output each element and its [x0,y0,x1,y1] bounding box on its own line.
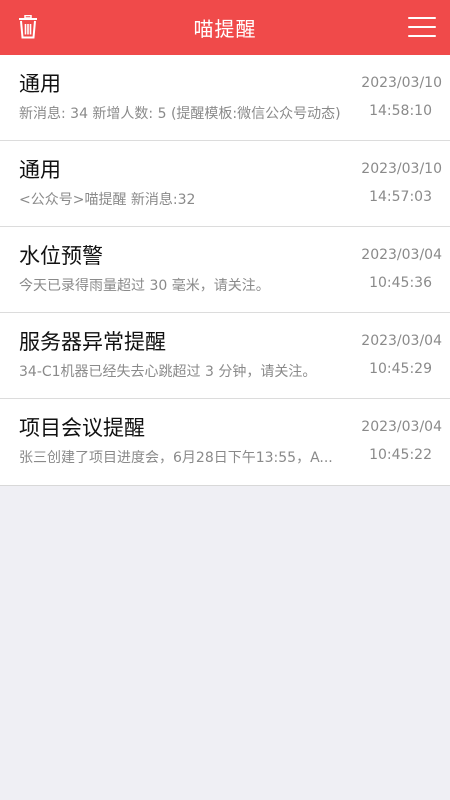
message-date: 2023/03/04 [361,333,442,349]
message-time: 10:45:36 [369,275,432,291]
message-date: 2023/03/10 [361,161,442,177]
message-preview: 34-C1机器已经失去心跳超过 3 分钟，请关注。 [19,364,317,380]
message-title: 服务器异常提醒 [19,330,166,354]
message-list: 通用 新消息: 34 新增人数: 5 (提醒模板:微信公众号动态) 2023/0… [0,55,450,486]
message-date: 2023/03/04 [361,419,442,435]
list-item[interactable]: 通用 新消息: 34 新增人数: 5 (提醒模板:微信公众号动态) 2023/0… [0,55,450,141]
message-preview: <公众号>喵提醒 新消息:32 [19,192,196,208]
message-date: 2023/03/04 [361,247,442,263]
message-preview: 今天已录得雨量超过 30 毫米，请关注。 [19,278,270,294]
message-time: 10:45:29 [369,361,432,377]
message-title: 通用 [19,72,61,96]
menu-icon-bar [408,26,436,28]
message-time: 10:45:22 [369,447,432,463]
message-date: 2023/03/10 [361,75,442,91]
list-item[interactable]: 项目会议提醒 张三创建了项目进度会，6月28日下午13:55，A... 2023… [0,399,450,485]
menu-icon [408,17,436,19]
message-title: 水位预警 [19,244,103,268]
page-title: 喵提醒 [193,17,257,41]
delete-button[interactable] [14,13,42,41]
list-item[interactable]: 服务器异常提醒 34-C1机器已经失去心跳超过 3 分钟，请关注。 2023/0… [0,313,450,399]
menu-icon-bar [408,35,436,37]
message-title: 项目会议提醒 [19,416,145,440]
app-header: 喵提醒 [0,0,450,55]
trash-icon [19,15,37,39]
list-item[interactable]: 通用 <公众号>喵提醒 新消息:32 2023/03/10 14:57:03 [0,141,450,227]
message-time: 14:57:03 [369,189,432,205]
message-time: 14:58:10 [369,103,432,119]
menu-button[interactable] [408,14,438,40]
message-preview: 张三创建了项目进度会，6月28日下午13:55，A... [19,450,333,466]
list-item[interactable]: 水位预警 今天已录得雨量超过 30 毫米，请关注。 2023/03/04 10:… [0,227,450,313]
message-preview: 新消息: 34 新增人数: 5 (提醒模板:微信公众号动态) [19,106,341,122]
message-title: 通用 [19,158,61,182]
